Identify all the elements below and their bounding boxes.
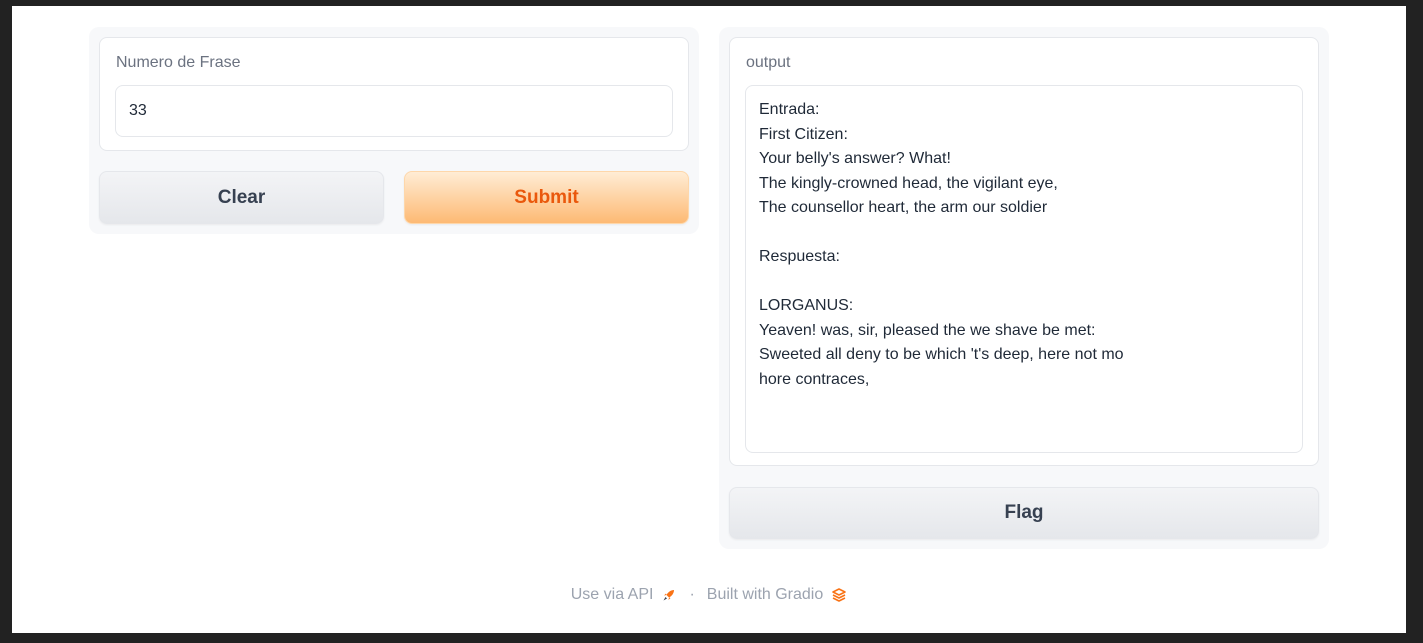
input-block: Numero de Frase 33: [99, 37, 689, 151]
input-column: Numero de Frase 33 Clear Submit: [89, 27, 699, 234]
built-with-gradio-label: Built with Gradio: [706, 586, 824, 603]
output-label: output: [746, 54, 791, 71]
input-label: Numero de Frase: [116, 54, 241, 71]
gradio-logo-icon: [832, 588, 847, 602]
use-via-api-link[interactable]: Use via API: [571, 586, 678, 604]
built-with-gradio-link[interactable]: Built with Gradio: [707, 586, 848, 604]
output-column: output Entrada: First Citizen: Your bell…: [719, 27, 1329, 549]
numero-de-frase-input[interactable]: 33: [115, 85, 673, 137]
footer: Use via API · Built with Gradio: [12, 586, 1406, 604]
app-viewport: Numero de Frase 33 Clear Submit output E…: [12, 6, 1406, 633]
flag-button[interactable]: Flag: [729, 487, 1319, 539]
footer-separator: ·: [689, 586, 695, 603]
use-via-api-label: Use via API: [570, 586, 654, 603]
rocket-icon: [663, 590, 675, 601]
output-block: output Entrada: First Citizen: Your bell…: [729, 37, 1319, 466]
output-textbox[interactable]: Entrada: First Citizen: Your belly's ans…: [745, 85, 1303, 453]
clear-button[interactable]: Clear: [99, 171, 384, 224]
submit-button[interactable]: Submit: [404, 171, 689, 224]
